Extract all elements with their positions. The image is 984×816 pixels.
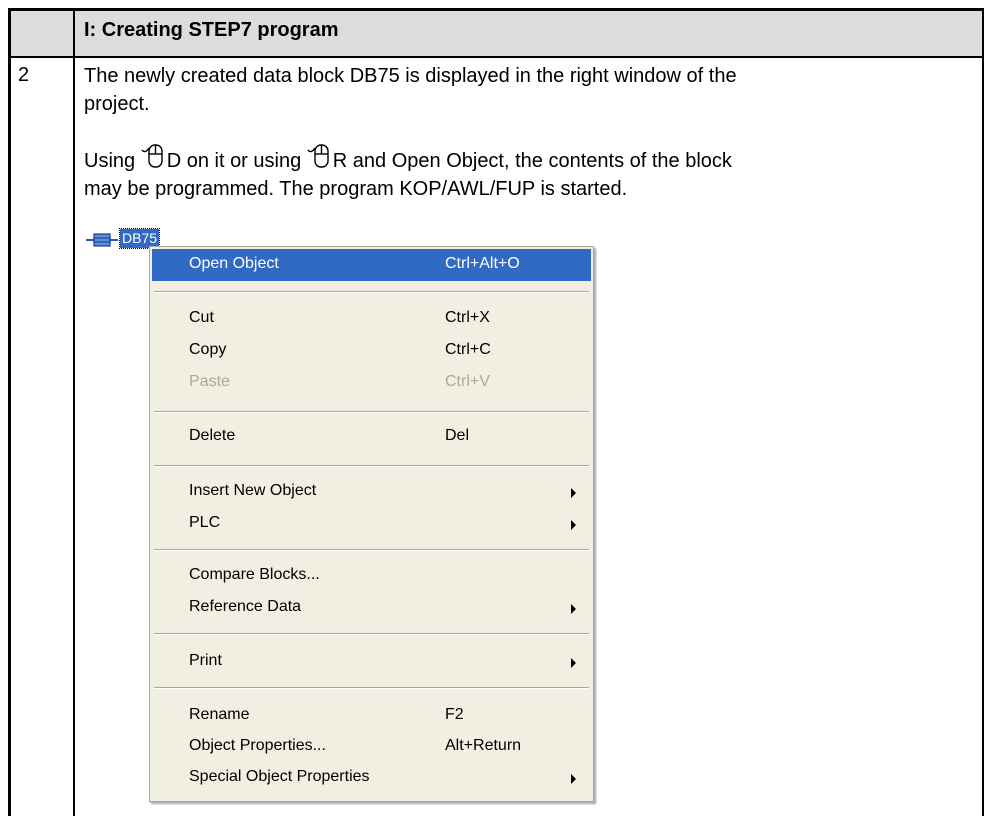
menu-item-print[interactable]: Print <box>152 646 591 678</box>
menu-separator <box>154 411 589 413</box>
table-border-header <box>8 56 984 58</box>
menu-item-open-object[interactable]: Open Object Ctrl+Alt+O <box>152 249 591 281</box>
submenu-arrow-icon <box>571 604 576 614</box>
menu-item-delete[interactable]: Delete Del <box>152 421 591 453</box>
table-border-left <box>8 8 11 816</box>
table-border-top <box>8 8 984 11</box>
menu-item-object-properties[interactable]: Object Properties... Alt+Return <box>152 731 591 763</box>
menu-separator <box>154 549 589 551</box>
table-border-col <box>73 8 75 816</box>
menu-separator <box>154 465 589 467</box>
submenu-arrow-icon <box>571 488 576 498</box>
text-right-click: R and Open Object, the contents of the b… <box>332 150 732 172</box>
context-menu: Open Object Ctrl+Alt+O Cut Ctrl+X Copy C… <box>149 246 594 802</box>
submenu-arrow-icon <box>571 658 576 668</box>
menu-item-rename[interactable]: Rename F2 <box>152 700 591 732</box>
menu-separator <box>154 633 589 635</box>
menu-item-cut[interactable]: Cut Ctrl+X <box>152 303 591 335</box>
menu-item-plc[interactable]: PLC <box>152 508 591 540</box>
menu-separator <box>154 687 589 689</box>
paragraph-1: The newly created data block DB75 is dis… <box>84 62 737 118</box>
mouse-icon <box>307 144 329 168</box>
menu-item-reference-data[interactable]: Reference Data <box>152 592 591 624</box>
text-double-click: D on it or using <box>166 150 307 172</box>
menu-item-compare-blocks[interactable]: Compare Blocks... <box>152 560 591 592</box>
submenu-arrow-icon <box>571 774 576 784</box>
menu-item-insert-new-object[interactable]: Insert New Object <box>152 476 591 508</box>
paragraph-1-line-2: project. <box>84 93 150 115</box>
text-using: Using <box>84 150 141 172</box>
menu-item-copy[interactable]: Copy Ctrl+C <box>152 335 591 367</box>
step-number: 2 <box>18 64 30 86</box>
menu-separator <box>154 291 589 293</box>
menu-item-paste: Paste Ctrl+V <box>189 373 490 390</box>
mouse-icon <box>141 144 163 168</box>
document-table: I: Creating STEP7 program 2 The newly cr… <box>0 0 984 816</box>
submenu-arrow-icon <box>571 520 576 530</box>
paragraph-2-line-1: Using D on it or using R and Open Object… <box>84 142 732 175</box>
data-block-icon <box>86 233 118 247</box>
paragraph-2-line-2: may be programmed. The program KOP/AWL/F… <box>84 178 628 200</box>
paragraph-1-line-1: The newly created data block DB75 is dis… <box>84 65 737 87</box>
header-title: I: Creating STEP7 program <box>84 19 339 41</box>
paragraph-2: Using D on it or using R and Open Object… <box>84 142 732 203</box>
menu-item-special-object-properties[interactable]: Special Object Properties <box>152 762 591 794</box>
